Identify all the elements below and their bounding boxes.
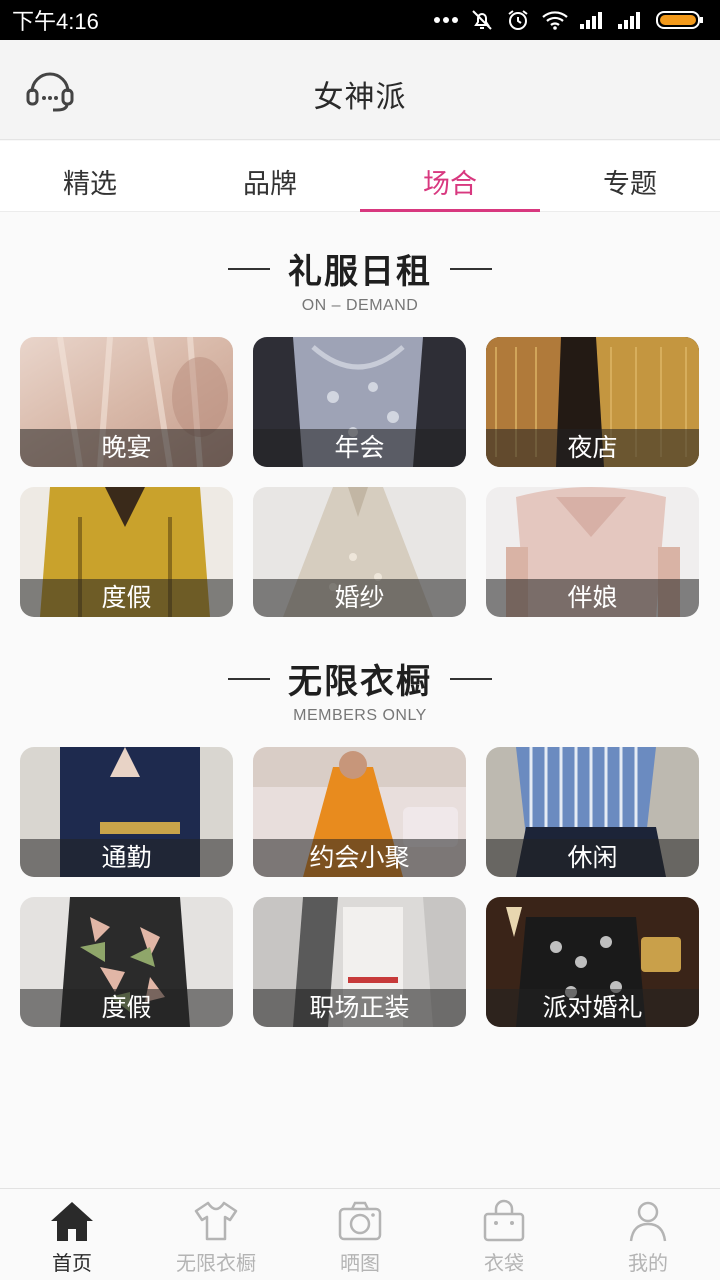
section-title: 无限衣橱 <box>288 662 432 702</box>
bottom-nav: 首页 无限衣橱 晒图 衣袋 我的 <box>0 1188 720 1280</box>
section-header-rental: 礼服日租 ON – DEMAND <box>0 244 720 315</box>
camera-icon <box>338 1201 382 1241</box>
nav-label: 首页 <box>52 1251 92 1275</box>
bag-icon <box>483 1199 525 1242</box>
status-time: 下午4:16 <box>12 9 99 34</box>
divider-line <box>228 267 270 270</box>
nav-item-photos[interactable]: 晒图 <box>288 1189 432 1280</box>
signal-2-icon <box>618 12 640 29</box>
section-title: 礼服日租 <box>288 252 432 292</box>
app-title: 女神派 <box>313 80 407 115</box>
tshirt-icon <box>194 1201 238 1241</box>
main-content: 礼服日租 ON – DEMAND 晚宴 年会 夜店 度假 婚纱 伴娘 无限衣橱 … <box>0 212 720 1188</box>
nav-label: 晒图 <box>340 1251 380 1275</box>
card-label: 伴娘 <box>486 579 699 617</box>
section-subtitle: MEMBERS ONLY <box>293 707 427 724</box>
status-bar: 下午4:16 <box>0 0 720 40</box>
alarm-icon <box>508 10 528 30</box>
occasion-card-party-wedding[interactable]: 派对婚礼 <box>486 897 699 1027</box>
nav-item-bag[interactable]: 衣袋 <box>432 1189 576 1280</box>
battery-icon <box>656 11 703 29</box>
wifi-icon <box>542 11 568 30</box>
section-subtitle: ON – DEMAND <box>301 297 419 314</box>
more-dots-icon <box>434 17 458 23</box>
signal-1-icon <box>580 12 602 29</box>
occasion-card-annual-party[interactable]: 年会 <box>253 337 466 467</box>
card-label: 度假 <box>20 989 233 1027</box>
occasion-card-casual[interactable]: 休闲 <box>486 747 699 877</box>
nav-item-profile[interactable]: 我的 <box>576 1189 720 1280</box>
occasion-card-commute[interactable]: 通勤 <box>20 747 233 877</box>
occasion-card-date[interactable]: 约会小聚 <box>253 747 466 877</box>
home-icon <box>51 1202 93 1241</box>
divider-line <box>450 677 492 680</box>
occasion-grid-rental: 晚宴 年会 夜店 度假 婚纱 伴娘 <box>20 337 700 617</box>
occasion-card-banquet[interactable]: 晚宴 <box>20 337 233 467</box>
nav-item-wardrobe[interactable]: 无限衣橱 <box>144 1189 288 1280</box>
occasion-card-vacation-2[interactable]: 度假 <box>20 897 233 1027</box>
occasion-grid-wardrobe: 通勤 约会小聚 休闲 度假 职场正装 派对婚礼 <box>20 747 700 1027</box>
occasion-card-office-formal[interactable]: 职场正装 <box>253 897 466 1027</box>
app-bar: 女神派 <box>0 40 720 140</box>
person-icon <box>629 1201 667 1242</box>
occasion-card-vacation[interactable]: 度假 <box>20 487 233 617</box>
occasion-card-nightclub[interactable]: 夜店 <box>486 337 699 467</box>
nav-label: 衣袋 <box>484 1251 524 1275</box>
nav-label: 我的 <box>628 1251 668 1275</box>
card-label: 休闲 <box>486 839 699 877</box>
top-tabs: 精选 品牌 场合 专题 <box>0 141 720 212</box>
nav-label: 无限衣橱 <box>176 1251 256 1275</box>
nav-item-home[interactable]: 首页 <box>0 1189 144 1280</box>
divider-line <box>228 677 270 680</box>
card-label: 夜店 <box>486 429 699 467</box>
status-icons <box>434 8 704 32</box>
card-label: 婚纱 <box>253 579 466 617</box>
occasion-card-wedding-dress[interactable]: 婚纱 <box>253 487 466 617</box>
tab-featured[interactable]: 精选 <box>0 141 180 211</box>
card-label: 度假 <box>20 579 233 617</box>
section-header-wardrobe: 无限衣橱 MEMBERS ONLY <box>0 654 720 725</box>
card-label: 年会 <box>253 429 466 467</box>
tab-occasion[interactable]: 场合 <box>360 141 540 212</box>
card-label: 职场正装 <box>253 989 466 1027</box>
occasion-card-bridesmaid[interactable]: 伴娘 <box>486 487 699 617</box>
card-label: 派对婚礼 <box>486 989 699 1027</box>
card-label: 晚宴 <box>20 429 233 467</box>
card-label: 约会小聚 <box>253 839 466 877</box>
card-label: 通勤 <box>20 839 233 877</box>
mute-bell-icon <box>472 10 492 30</box>
tab-brand[interactable]: 品牌 <box>180 141 360 211</box>
divider-line <box>450 267 492 270</box>
tab-topics[interactable]: 专题 <box>540 141 720 211</box>
